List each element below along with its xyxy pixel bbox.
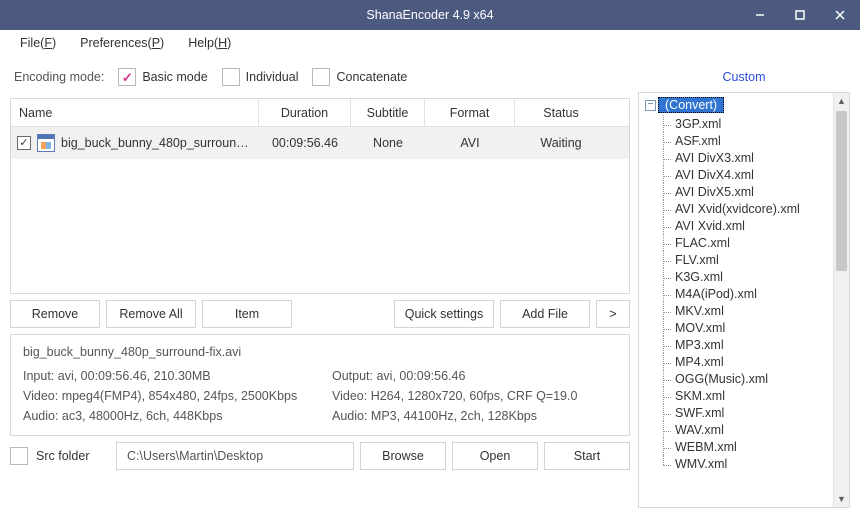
tree-root-label[interactable]: (Convert)	[658, 97, 724, 113]
minimize-button[interactable]	[740, 0, 780, 30]
detail-input-audio: Audio: ac3, 48000Hz, 6ch, 448Kbps	[23, 409, 308, 423]
tree-item[interactable]: WMV.xml	[663, 455, 833, 472]
tree-item[interactable]: M4A(iPod).xml	[663, 285, 833, 302]
tree-item[interactable]: MOV.xml	[663, 319, 833, 336]
collapse-icon[interactable]: −	[645, 100, 656, 111]
src-folder-label: Src folder	[36, 449, 90, 463]
detail-filename: big_buck_bunny_480p_surround-fix.avi	[23, 345, 617, 359]
action-buttons: Remove Remove All Item Quick settings Ad…	[10, 300, 630, 328]
tree-item[interactable]: AVI Xvid.xml	[663, 217, 833, 234]
custom-preset-link[interactable]: Custom	[638, 62, 850, 92]
row-duration: 00:09:56.46	[259, 136, 351, 150]
window-controls	[740, 0, 860, 30]
menubar: File(F) Preferences(P) Help(H)	[0, 30, 860, 56]
video-file-icon	[37, 134, 55, 152]
item-button[interactable]: Item	[202, 300, 292, 328]
tree-item[interactable]: OGG(Music).xml	[663, 370, 833, 387]
table-row[interactable]: big_buck_bunny_480p_surround-... 00:09:5…	[11, 127, 629, 159]
detail-output: Output: avi, 00:09:56.46	[332, 369, 617, 383]
encoding-mode-label: Encoding mode:	[14, 70, 104, 84]
remove-all-button[interactable]: Remove All	[106, 300, 196, 328]
menu-file[interactable]: File(F)	[8, 32, 68, 54]
row-status: Waiting	[515, 136, 607, 150]
tree-item[interactable]: FLV.xml	[663, 251, 833, 268]
maximize-button[interactable]	[780, 0, 820, 30]
row-format: AVI	[425, 136, 515, 150]
output-folder-row: Src folder C:\Users\Martin\Desktop Brows…	[10, 442, 630, 470]
preset-tree[interactable]: − (Convert) 3GP.xmlASF.xmlAVI DivX3.xmlA…	[639, 93, 833, 507]
tree-scrollbar[interactable]: ▲ ▼	[833, 93, 849, 507]
scroll-down-icon[interactable]: ▼	[834, 491, 849, 507]
tree-item[interactable]: AVI DivX5.xml	[663, 183, 833, 200]
tree-item[interactable]: MP4.xml	[663, 353, 833, 370]
detail-input-video: Video: mpeg4(FMP4), 854x480, 24fps, 2500…	[23, 389, 308, 403]
tree-item[interactable]: MKV.xml	[663, 302, 833, 319]
tree-item[interactable]: WEBM.xml	[663, 438, 833, 455]
scroll-thumb[interactable]	[836, 111, 847, 271]
col-status[interactable]: Status	[515, 99, 607, 126]
tree-item[interactable]: 3GP.xml	[663, 115, 833, 132]
output-path-text: C:\Users\Martin\Desktop	[127, 449, 263, 463]
tree-item[interactable]: AVI DivX3.xml	[663, 149, 833, 166]
quick-settings-button[interactable]: Quick settings	[394, 300, 494, 328]
add-file-more-button[interactable]: >	[596, 300, 630, 328]
row-subtitle: None	[351, 136, 425, 150]
tree-item[interactable]: SKM.xml	[663, 387, 833, 404]
tree-item[interactable]: FLAC.xml	[663, 234, 833, 251]
add-file-button[interactable]: Add File	[500, 300, 590, 328]
individual-label: Individual	[246, 70, 299, 84]
browse-button[interactable]: Browse	[360, 442, 446, 470]
open-button[interactable]: Open	[452, 442, 538, 470]
tree-item[interactable]: WAV.xml	[663, 421, 833, 438]
row-checkbox[interactable]	[17, 136, 31, 150]
tree-item[interactable]: AVI DivX4.xml	[663, 166, 833, 183]
preset-tree-panel: − (Convert) 3GP.xmlASF.xmlAVI DivX3.xmlA…	[638, 92, 850, 508]
file-table: Name Duration Subtitle Format Status big…	[10, 98, 630, 294]
remove-button[interactable]: Remove	[10, 300, 100, 328]
start-button[interactable]: Start	[544, 442, 630, 470]
file-table-body: big_buck_bunny_480p_surround-... 00:09:5…	[11, 127, 629, 293]
tree-item[interactable]: SWF.xml	[663, 404, 833, 421]
close-button[interactable]	[820, 0, 860, 30]
col-name[interactable]: Name	[11, 99, 259, 126]
col-subtitle[interactable]: Subtitle	[351, 99, 425, 126]
file-table-header: Name Duration Subtitle Format Status	[11, 99, 629, 127]
row-filename: big_buck_bunny_480p_surround-...	[61, 136, 251, 150]
menu-help[interactable]: Help(H)	[176, 32, 243, 54]
basic-mode-option[interactable]: Basic mode	[118, 68, 207, 86]
encoding-mode-bar: Encoding mode: Basic mode Individual Con…	[10, 62, 630, 92]
menu-preferences[interactable]: Preferences(P)	[68, 32, 176, 54]
file-detail-panel: big_buck_bunny_480p_surround-fix.avi Inp…	[10, 334, 630, 436]
concatenate-checkbox[interactable]	[312, 68, 330, 86]
tree-item[interactable]: MP3.xml	[663, 336, 833, 353]
tree-item[interactable]: K3G.xml	[663, 268, 833, 285]
detail-output-audio: Audio: MP3, 44100Hz, 2ch, 128Kbps	[332, 409, 617, 423]
col-format[interactable]: Format	[425, 99, 515, 126]
titlebar: ShanaEncoder 4.9 x64	[0, 0, 860, 30]
col-duration[interactable]: Duration	[259, 99, 351, 126]
src-folder-checkbox[interactable]	[10, 447, 28, 465]
scroll-up-icon[interactable]: ▲	[834, 93, 849, 109]
output-path-field[interactable]: C:\Users\Martin\Desktop	[116, 442, 354, 470]
basic-mode-checkbox[interactable]	[118, 68, 136, 86]
tree-root[interactable]: − (Convert)	[645, 97, 833, 113]
detail-input: Input: avi, 00:09:56.46, 210.30MB	[23, 369, 308, 383]
concatenate-label: Concatenate	[336, 70, 407, 84]
window-title: ShanaEncoder 4.9 x64	[366, 8, 493, 22]
individual-checkbox[interactable]	[222, 68, 240, 86]
detail-output-video: Video: H264, 1280x720, 60fps, CRF Q=19.0	[332, 389, 617, 403]
tree-item[interactable]: ASF.xml	[663, 132, 833, 149]
basic-mode-label: Basic mode	[142, 70, 207, 84]
individual-option[interactable]: Individual	[222, 68, 299, 86]
tree-item[interactable]: AVI Xvid(xvidcore).xml	[663, 200, 833, 217]
concatenate-option[interactable]: Concatenate	[312, 68, 407, 86]
